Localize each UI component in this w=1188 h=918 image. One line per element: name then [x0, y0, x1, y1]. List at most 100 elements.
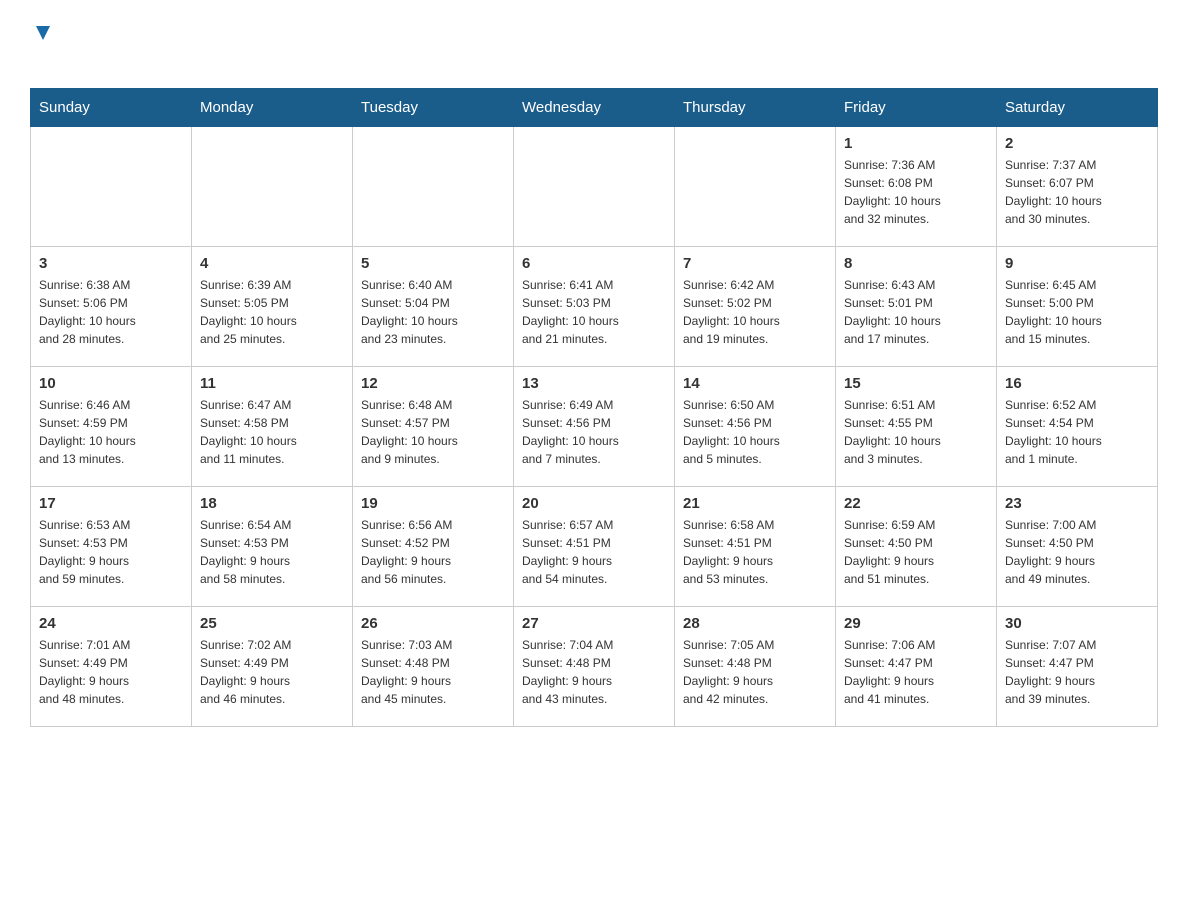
- day-info-28: Sunrise: 7:05 AMSunset: 4:48 PMDaylight:…: [683, 636, 827, 708]
- day-number-6: 6: [522, 255, 666, 272]
- day-info-18: Sunrise: 6:54 AMSunset: 4:53 PMDaylight:…: [200, 516, 344, 588]
- day-info-5: Sunrise: 6:40 AMSunset: 5:04 PMDaylight:…: [361, 276, 505, 348]
- calendar-cell-w4-d3: 27 Sunrise: 7:04 AMSunset: 4:48 PMDayligh…: [514, 607, 675, 727]
- calendar-cell-w0-d1: [192, 127, 353, 247]
- day-info-8: Sunrise: 6:43 AMSunset: 5:01 PMDaylight:…: [844, 276, 988, 348]
- day-info-9: Sunrise: 6:45 AMSunset: 5:00 PMDaylight:…: [1005, 276, 1149, 348]
- calendar-cell-w3-d3: 20 Sunrise: 6:57 AMSunset: 4:51 PMDayligh…: [514, 487, 675, 607]
- day-number-15: 15: [844, 375, 988, 392]
- calendar-cell-w3-d5: 22 Sunrise: 6:59 AMSunset: 4:50 PMDayligh…: [836, 487, 997, 607]
- day-info-4: Sunrise: 6:39 AMSunset: 5:05 PMDaylight:…: [200, 276, 344, 348]
- day-number-11: 11: [200, 375, 344, 392]
- week-row-3: 17Sunrise: 6:53 AMSunset: 4:53 PMDayligh…: [31, 487, 1158, 607]
- day-number-23: 23: [1005, 495, 1149, 512]
- page-header: [30, 20, 1158, 78]
- calendar-cell-w4-d6: 30 Sunrise: 7:07 AMSunset: 4:47 PMDayligh…: [997, 607, 1158, 727]
- calendar-cell-w0-d5: 1 Sunrise: 7:36 AMSunset: 6:08 PMDaylight…: [836, 127, 997, 247]
- day-number-30: 30: [1005, 615, 1149, 632]
- day-number-22: 22: [844, 495, 988, 512]
- day-number-1: 1: [844, 135, 988, 152]
- day-info-20: Sunrise: 6:57 AMSunset: 4:51 PMDaylight:…: [522, 516, 666, 588]
- week-row-4: 24Sunrise: 7:01 AMSunset: 4:49 PMDayligh…: [31, 607, 1158, 727]
- day-info-2: Sunrise: 7:37 AMSunset: 6:07 PMDaylight:…: [1005, 156, 1149, 228]
- day-number-20: 20: [522, 495, 666, 512]
- day-number-13: 13: [522, 375, 666, 392]
- calendar-cell-w1-d6: 9 Sunrise: 6:45 AMSunset: 5:00 PMDaylight…: [997, 247, 1158, 367]
- calendar-table: Sunday Monday Tuesday Wednesday Thursday…: [30, 88, 1158, 727]
- calendar-cell-w2-d1: 11Sunrise: 6:47 AMSunset: 4:58 PMDayligh…: [192, 367, 353, 487]
- calendar-cell-w4-d2: 26 Sunrise: 7:03 AMSunset: 4:48 PMDayligh…: [353, 607, 514, 727]
- week-row-1: 3Sunrise: 6:38 AMSunset: 5:06 PMDaylight…: [31, 247, 1158, 367]
- day-info-16: Sunrise: 6:52 AMSunset: 4:54 PMDaylight:…: [1005, 396, 1149, 468]
- day-number-5: 5: [361, 255, 505, 272]
- day-info-25: Sunrise: 7:02 AMSunset: 4:49 PMDaylight:…: [200, 636, 344, 708]
- day-number-21: 21: [683, 495, 827, 512]
- col-tuesday: Tuesday: [353, 89, 514, 127]
- calendar-cell-w2-d6: 16 Sunrise: 6:52 AMSunset: 4:54 PMDayligh…: [997, 367, 1158, 487]
- day-info-26: Sunrise: 7:03 AMSunset: 4:48 PMDaylight:…: [361, 636, 505, 708]
- calendar-cell-w3-d1: 18Sunrise: 6:54 AMSunset: 4:53 PMDayligh…: [192, 487, 353, 607]
- calendar-cell-w3-d4: 21 Sunrise: 6:58 AMSunset: 4:51 PMDayligh…: [675, 487, 836, 607]
- logo-triangle-icon: [32, 22, 54, 44]
- calendar-cell-w1-d0: 3Sunrise: 6:38 AMSunset: 5:06 PMDaylight…: [31, 247, 192, 367]
- day-info-12: Sunrise: 6:48 AMSunset: 4:57 PMDaylight:…: [361, 396, 505, 468]
- day-info-6: Sunrise: 6:41 AMSunset: 5:03 PMDaylight:…: [522, 276, 666, 348]
- col-saturday: Saturday: [997, 89, 1158, 127]
- calendar-cell-w1-d4: 7 Sunrise: 6:42 AMSunset: 5:02 PMDaylight…: [675, 247, 836, 367]
- day-info-27: Sunrise: 7:04 AMSunset: 4:48 PMDaylight:…: [522, 636, 666, 708]
- calendar-cell-w2-d4: 14 Sunrise: 6:50 AMSunset: 4:56 PMDayligh…: [675, 367, 836, 487]
- calendar-cell-w2-d3: 13 Sunrise: 6:49 AMSunset: 4:56 PMDayligh…: [514, 367, 675, 487]
- day-info-17: Sunrise: 6:53 AMSunset: 4:53 PMDaylight:…: [39, 516, 183, 588]
- day-number-10: 10: [39, 375, 183, 392]
- day-number-19: 19: [361, 495, 505, 512]
- day-number-14: 14: [683, 375, 827, 392]
- day-number-26: 26: [361, 615, 505, 632]
- calendar-body: 1 Sunrise: 7:36 AMSunset: 6:08 PMDaylight…: [31, 127, 1158, 727]
- week-row-2: 10 Sunrise: 6:46 AMSunset: 4:59 PMDayligh…: [31, 367, 1158, 487]
- col-thursday: Thursday: [675, 89, 836, 127]
- col-friday: Friday: [836, 89, 997, 127]
- day-info-24: Sunrise: 7:01 AMSunset: 4:49 PMDaylight:…: [39, 636, 183, 708]
- day-info-13: Sunrise: 6:49 AMSunset: 4:56 PMDaylight:…: [522, 396, 666, 468]
- calendar-cell-w1-d3: 6 Sunrise: 6:41 AMSunset: 5:03 PMDaylight…: [514, 247, 675, 367]
- logo: [30, 20, 54, 78]
- day-number-12: 12: [361, 375, 505, 392]
- calendar-cell-w4-d0: 24Sunrise: 7:01 AMSunset: 4:49 PMDayligh…: [31, 607, 192, 727]
- day-number-16: 16: [1005, 375, 1149, 392]
- calendar-cell-w3-d6: 23 Sunrise: 7:00 AMSunset: 4:50 PMDayligh…: [997, 487, 1158, 607]
- week-row-0: 1 Sunrise: 7:36 AMSunset: 6:08 PMDaylight…: [31, 127, 1158, 247]
- day-number-9: 9: [1005, 255, 1149, 272]
- day-info-19: Sunrise: 6:56 AMSunset: 4:52 PMDaylight:…: [361, 516, 505, 588]
- day-number-29: 29: [844, 615, 988, 632]
- calendar-cell-w4-d1: 25 Sunrise: 7:02 AMSunset: 4:49 PMDayligh…: [192, 607, 353, 727]
- calendar-cell-w3-d2: 19 Sunrise: 6:56 AMSunset: 4:52 PMDayligh…: [353, 487, 514, 607]
- day-number-25: 25: [200, 615, 344, 632]
- calendar-cell-w4-d5: 29 Sunrise: 7:06 AMSunset: 4:47 PMDayligh…: [836, 607, 997, 727]
- day-info-3: Sunrise: 6:38 AMSunset: 5:06 PMDaylight:…: [39, 276, 183, 348]
- day-number-27: 27: [522, 615, 666, 632]
- day-number-8: 8: [844, 255, 988, 272]
- calendar-cell-w1-d2: 5 Sunrise: 6:40 AMSunset: 5:04 PMDaylight…: [353, 247, 514, 367]
- day-info-23: Sunrise: 7:00 AMSunset: 4:50 PMDaylight:…: [1005, 516, 1149, 588]
- calendar-cell-w0-d0: [31, 127, 192, 247]
- day-number-28: 28: [683, 615, 827, 632]
- calendar-cell-w0-d4: [675, 127, 836, 247]
- day-info-1: Sunrise: 7:36 AMSunset: 6:08 PMDaylight:…: [844, 156, 988, 228]
- calendar-cell-w2-d0: 10 Sunrise: 6:46 AMSunset: 4:59 PMDayligh…: [31, 367, 192, 487]
- day-info-14: Sunrise: 6:50 AMSunset: 4:56 PMDaylight:…: [683, 396, 827, 468]
- day-number-7: 7: [683, 255, 827, 272]
- day-info-21: Sunrise: 6:58 AMSunset: 4:51 PMDaylight:…: [683, 516, 827, 588]
- calendar-cell-w1-d1: 4 Sunrise: 6:39 AMSunset: 5:05 PMDaylight…: [192, 247, 353, 367]
- day-info-30: Sunrise: 7:07 AMSunset: 4:47 PMDaylight:…: [1005, 636, 1149, 708]
- day-info-29: Sunrise: 7:06 AMSunset: 4:47 PMDaylight:…: [844, 636, 988, 708]
- day-info-10: Sunrise: 6:46 AMSunset: 4:59 PMDaylight:…: [39, 396, 183, 468]
- calendar-cell-w0-d6: 2Sunrise: 7:37 AMSunset: 6:07 PMDaylight…: [997, 127, 1158, 247]
- calendar-cell-w3-d0: 17Sunrise: 6:53 AMSunset: 4:53 PMDayligh…: [31, 487, 192, 607]
- day-number-4: 4: [200, 255, 344, 272]
- calendar-cell-w0-d3: [514, 127, 675, 247]
- day-info-7: Sunrise: 6:42 AMSunset: 5:02 PMDaylight:…: [683, 276, 827, 348]
- calendar-cell-w2-d2: 12 Sunrise: 6:48 AMSunset: 4:57 PMDayligh…: [353, 367, 514, 487]
- day-info-22: Sunrise: 6:59 AMSunset: 4:50 PMDaylight:…: [844, 516, 988, 588]
- calendar-cell-w1-d5: 8 Sunrise: 6:43 AMSunset: 5:01 PMDaylight…: [836, 247, 997, 367]
- col-monday: Monday: [192, 89, 353, 127]
